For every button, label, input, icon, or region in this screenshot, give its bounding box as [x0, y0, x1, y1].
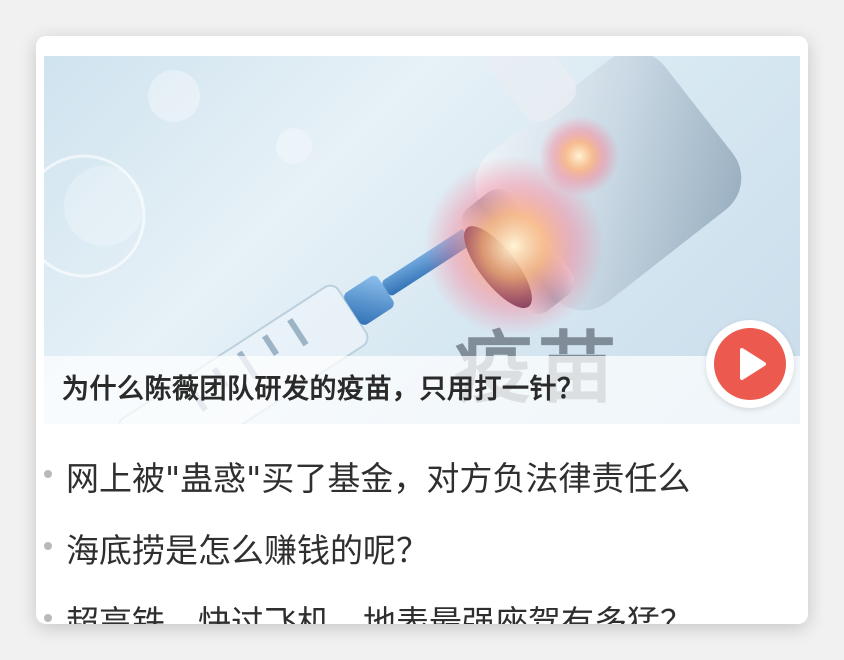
news-title[interactable]: 网上被"蛊惑"买了基金，对方负法律责任么 — [66, 452, 690, 500]
news-card: 疫苗 为什么陈薇团队研发的疫苗，只用打一针？ 网上被"蛊惑"买了基金，对方负法律… — [36, 36, 808, 624]
bullet-icon — [44, 470, 52, 478]
news-item[interactable]: 超高铁，快过飞机，地表最强座驾有多猛？ — [36, 584, 808, 624]
play-icon — [740, 348, 766, 380]
news-item[interactable]: 网上被"蛊惑"买了基金，对方负法律责任么 — [36, 440, 808, 512]
bullet-icon — [44, 614, 52, 622]
news-list: 网上被"蛊惑"买了基金，对方负法律责任么 海底捞是怎么赚钱的呢？ 超高铁，快过飞… — [36, 440, 808, 624]
bullet-icon — [44, 542, 52, 550]
news-title[interactable]: 海底捞是怎么赚钱的呢？ — [66, 524, 429, 572]
play-button[interactable] — [706, 320, 794, 408]
play-button-circle — [714, 328, 786, 400]
news-title[interactable]: 超高铁，快过飞机，地表最强座驾有多猛？ — [66, 596, 693, 624]
news-item[interactable]: 海底捞是怎么赚钱的呢？ — [36, 512, 808, 584]
featured-video[interactable]: 疫苗 为什么陈薇团队研发的疫苗，只用打一针？ — [44, 56, 800, 424]
featured-title[interactable]: 为什么陈薇团队研发的疫苗，只用打一针？ — [62, 367, 585, 406]
